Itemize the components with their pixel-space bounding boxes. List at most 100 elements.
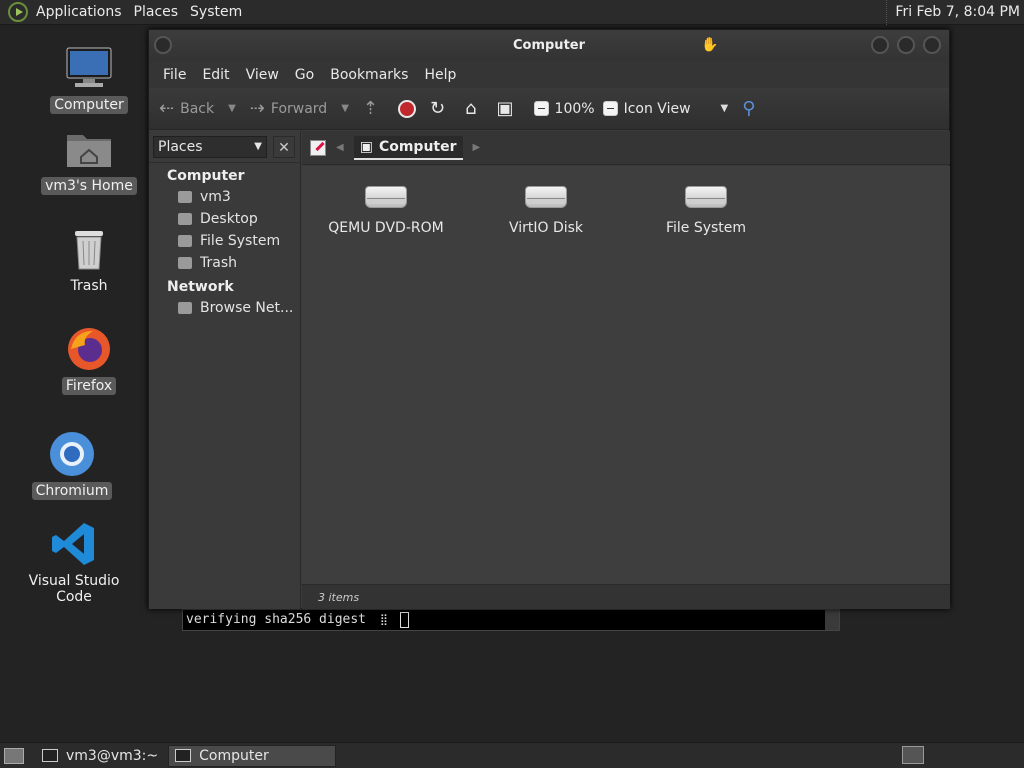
home-folder-icon — [65, 125, 113, 173]
terminal-text: verifying sha256 digest — [186, 612, 367, 627]
terminal-spinner-icon: ⣿ — [379, 613, 388, 626]
terminal-window[interactable]: verifying sha256 digest ⣿ — [182, 609, 840, 631]
workspace-switcher-icon[interactable] — [902, 746, 924, 764]
mate-logo-icon[interactable] — [8, 2, 28, 22]
show-desktop-icon[interactable] — [4, 747, 24, 764]
path-bar: ◀ ▣ Computer ▶ — [302, 131, 950, 165]
forward-arrow-icon: ⇢ — [249, 98, 265, 119]
menu-go[interactable]: Go — [287, 67, 322, 83]
terminal-scrollbar[interactable] — [825, 610, 839, 630]
file-system-icon — [178, 235, 192, 247]
zoom-level: 100% — [554, 100, 595, 117]
back-arrow-icon: ⇠ — [159, 98, 175, 119]
clock[interactable]: Fri Feb 7, 8:04 PM — [886, 0, 1020, 25]
window-menu-button[interactable] — [154, 36, 172, 54]
menu-file[interactable]: File — [155, 67, 194, 83]
computer-icon: ▣ — [359, 138, 373, 155]
up-arrow-icon: ⇡ — [362, 98, 378, 119]
computer-icon — [65, 44, 113, 92]
path-button-computer[interactable]: ▣ Computer — [353, 135, 463, 160]
drive-virtio-disk[interactable]: VirtIO Disk — [476, 180, 616, 236]
minimize-button[interactable] — [871, 36, 889, 54]
desktop-icon-trash[interactable]: Trash — [34, 225, 144, 295]
zoom-out-icon — [533, 101, 549, 116]
desktop-icon-home[interactable]: vm3's Home — [34, 125, 144, 195]
maximize-button[interactable] — [897, 36, 915, 54]
sidebar-group-network: Network — [167, 279, 234, 295]
home-icon: ⌂ — [465, 98, 477, 119]
terminal-icon — [42, 749, 58, 762]
zoom-in-icon — [602, 101, 618, 116]
view-mode-select[interactable]: Icon View ▼ — [602, 101, 729, 117]
network-icon — [178, 302, 192, 314]
path-right-arrow-icon[interactable]: ▶ — [473, 142, 481, 153]
search-button[interactable]: ⚲ — [742, 98, 761, 119]
sidebar-item-trash[interactable]: Trash — [149, 252, 300, 274]
back-button[interactable]: ⇠ Back ▼ — [159, 98, 236, 119]
drive-qemu-dvd-rom[interactable]: QEMU DVD-ROM — [316, 180, 456, 236]
computer-button[interactable]: ▣ — [497, 98, 520, 119]
chromium-icon — [48, 430, 96, 478]
zoom-out-button[interactable]: 100% — [533, 100, 595, 117]
desktop-icon-label: vm3's Home — [41, 177, 137, 195]
search-icon: ⚲ — [742, 98, 756, 119]
stop-button[interactable] — [398, 99, 416, 118]
sidebar-header: Places ✕ — [149, 131, 300, 163]
optical-drive-icon — [365, 180, 407, 210]
desktop-icon-vscode[interactable]: Visual Studio Code — [14, 520, 134, 606]
close-button[interactable] — [923, 36, 941, 54]
forward-button[interactable]: ⇢ Forward ▼ — [250, 98, 349, 119]
sidebar-item-browse-network[interactable]: Browse Net... — [149, 297, 300, 319]
desktop-icon-chromium[interactable]: Chromium — [17, 430, 127, 500]
menu-edit[interactable]: Edit — [194, 67, 237, 83]
toolbar: ⇠ Back ▼ ⇢ Forward ▼ ⇡ ↻ ⌂ ▣ 100% Icon V… — [149, 88, 949, 130]
panel-menu: Applications Places System — [0, 0, 248, 25]
home-icon — [178, 191, 192, 203]
chevron-down-icon[interactable]: ▼ — [341, 103, 349, 114]
terminal-cursor — [399, 611, 409, 628]
up-button[interactable]: ⇡ — [363, 98, 384, 119]
menu-bookmarks[interactable]: Bookmarks — [322, 67, 416, 83]
window-titlebar[interactable]: Computer ✋ — [149, 30, 949, 61]
desktop-icon-label: Chromium — [31, 482, 113, 500]
chevron-down-icon: ▼ — [720, 103, 729, 114]
places-select[interactable]: Places — [153, 135, 267, 158]
hard-disk-icon — [685, 180, 727, 210]
home-button[interactable]: ⌂ — [465, 98, 482, 119]
bottom-panel: vm3@vm3:~ Computer — [0, 742, 1024, 768]
status-bar: 3 items — [302, 584, 950, 609]
drive-file-system[interactable]: File System — [636, 180, 776, 236]
computer-icon: ▣ — [496, 98, 514, 119]
computer-icon — [175, 749, 192, 762]
menu-view[interactable]: View — [238, 67, 287, 83]
task-computer[interactable]: Computer — [168, 744, 337, 767]
vscode-icon — [50, 520, 98, 568]
menu-applications[interactable]: Applications — [30, 4, 128, 20]
trash-icon — [178, 257, 192, 269]
desktop-icon-label: Visual Studio Code — [28, 573, 120, 605]
sidebar-item-desktop[interactable]: Desktop — [149, 208, 300, 230]
menu-places[interactable]: Places — [128, 4, 185, 20]
menu-help[interactable]: Help — [416, 67, 464, 83]
reload-icon: ↻ — [430, 98, 446, 119]
task-terminal[interactable]: vm3@vm3:~ — [36, 745, 164, 767]
hard-disk-icon — [525, 180, 567, 210]
chevron-down-icon[interactable]: ▼ — [228, 103, 236, 114]
sidebar-group-computer: Computer — [167, 168, 245, 184]
icon-view: QEMU DVD-ROM VirtIO Disk File System — [302, 166, 950, 584]
edit-location-icon[interactable] — [310, 139, 326, 156]
sidebar-item-file-system[interactable]: File System — [149, 230, 300, 252]
file-manager-window: Computer ✋ File Edit View Go Bookmarks H… — [148, 29, 950, 609]
trash-icon — [65, 225, 113, 273]
desktop-icon-firefox[interactable]: Firefox — [34, 325, 144, 395]
desktop-icon-computer[interactable]: Computer — [34, 44, 144, 114]
reload-button[interactable]: ↻ — [430, 98, 451, 119]
sidebar-item-vm3[interactable]: vm3 — [149, 186, 300, 208]
desktop-icon — [178, 213, 192, 225]
path-left-arrow-icon[interactable]: ◀ — [336, 142, 344, 153]
window-title: Computer — [512, 38, 586, 53]
menu-system[interactable]: System — [184, 4, 248, 20]
desktop-icon-label: Firefox — [61, 377, 117, 395]
close-sidebar-button[interactable]: ✕ — [273, 135, 295, 158]
hand-cursor-icon: ✋ — [701, 37, 719, 53]
